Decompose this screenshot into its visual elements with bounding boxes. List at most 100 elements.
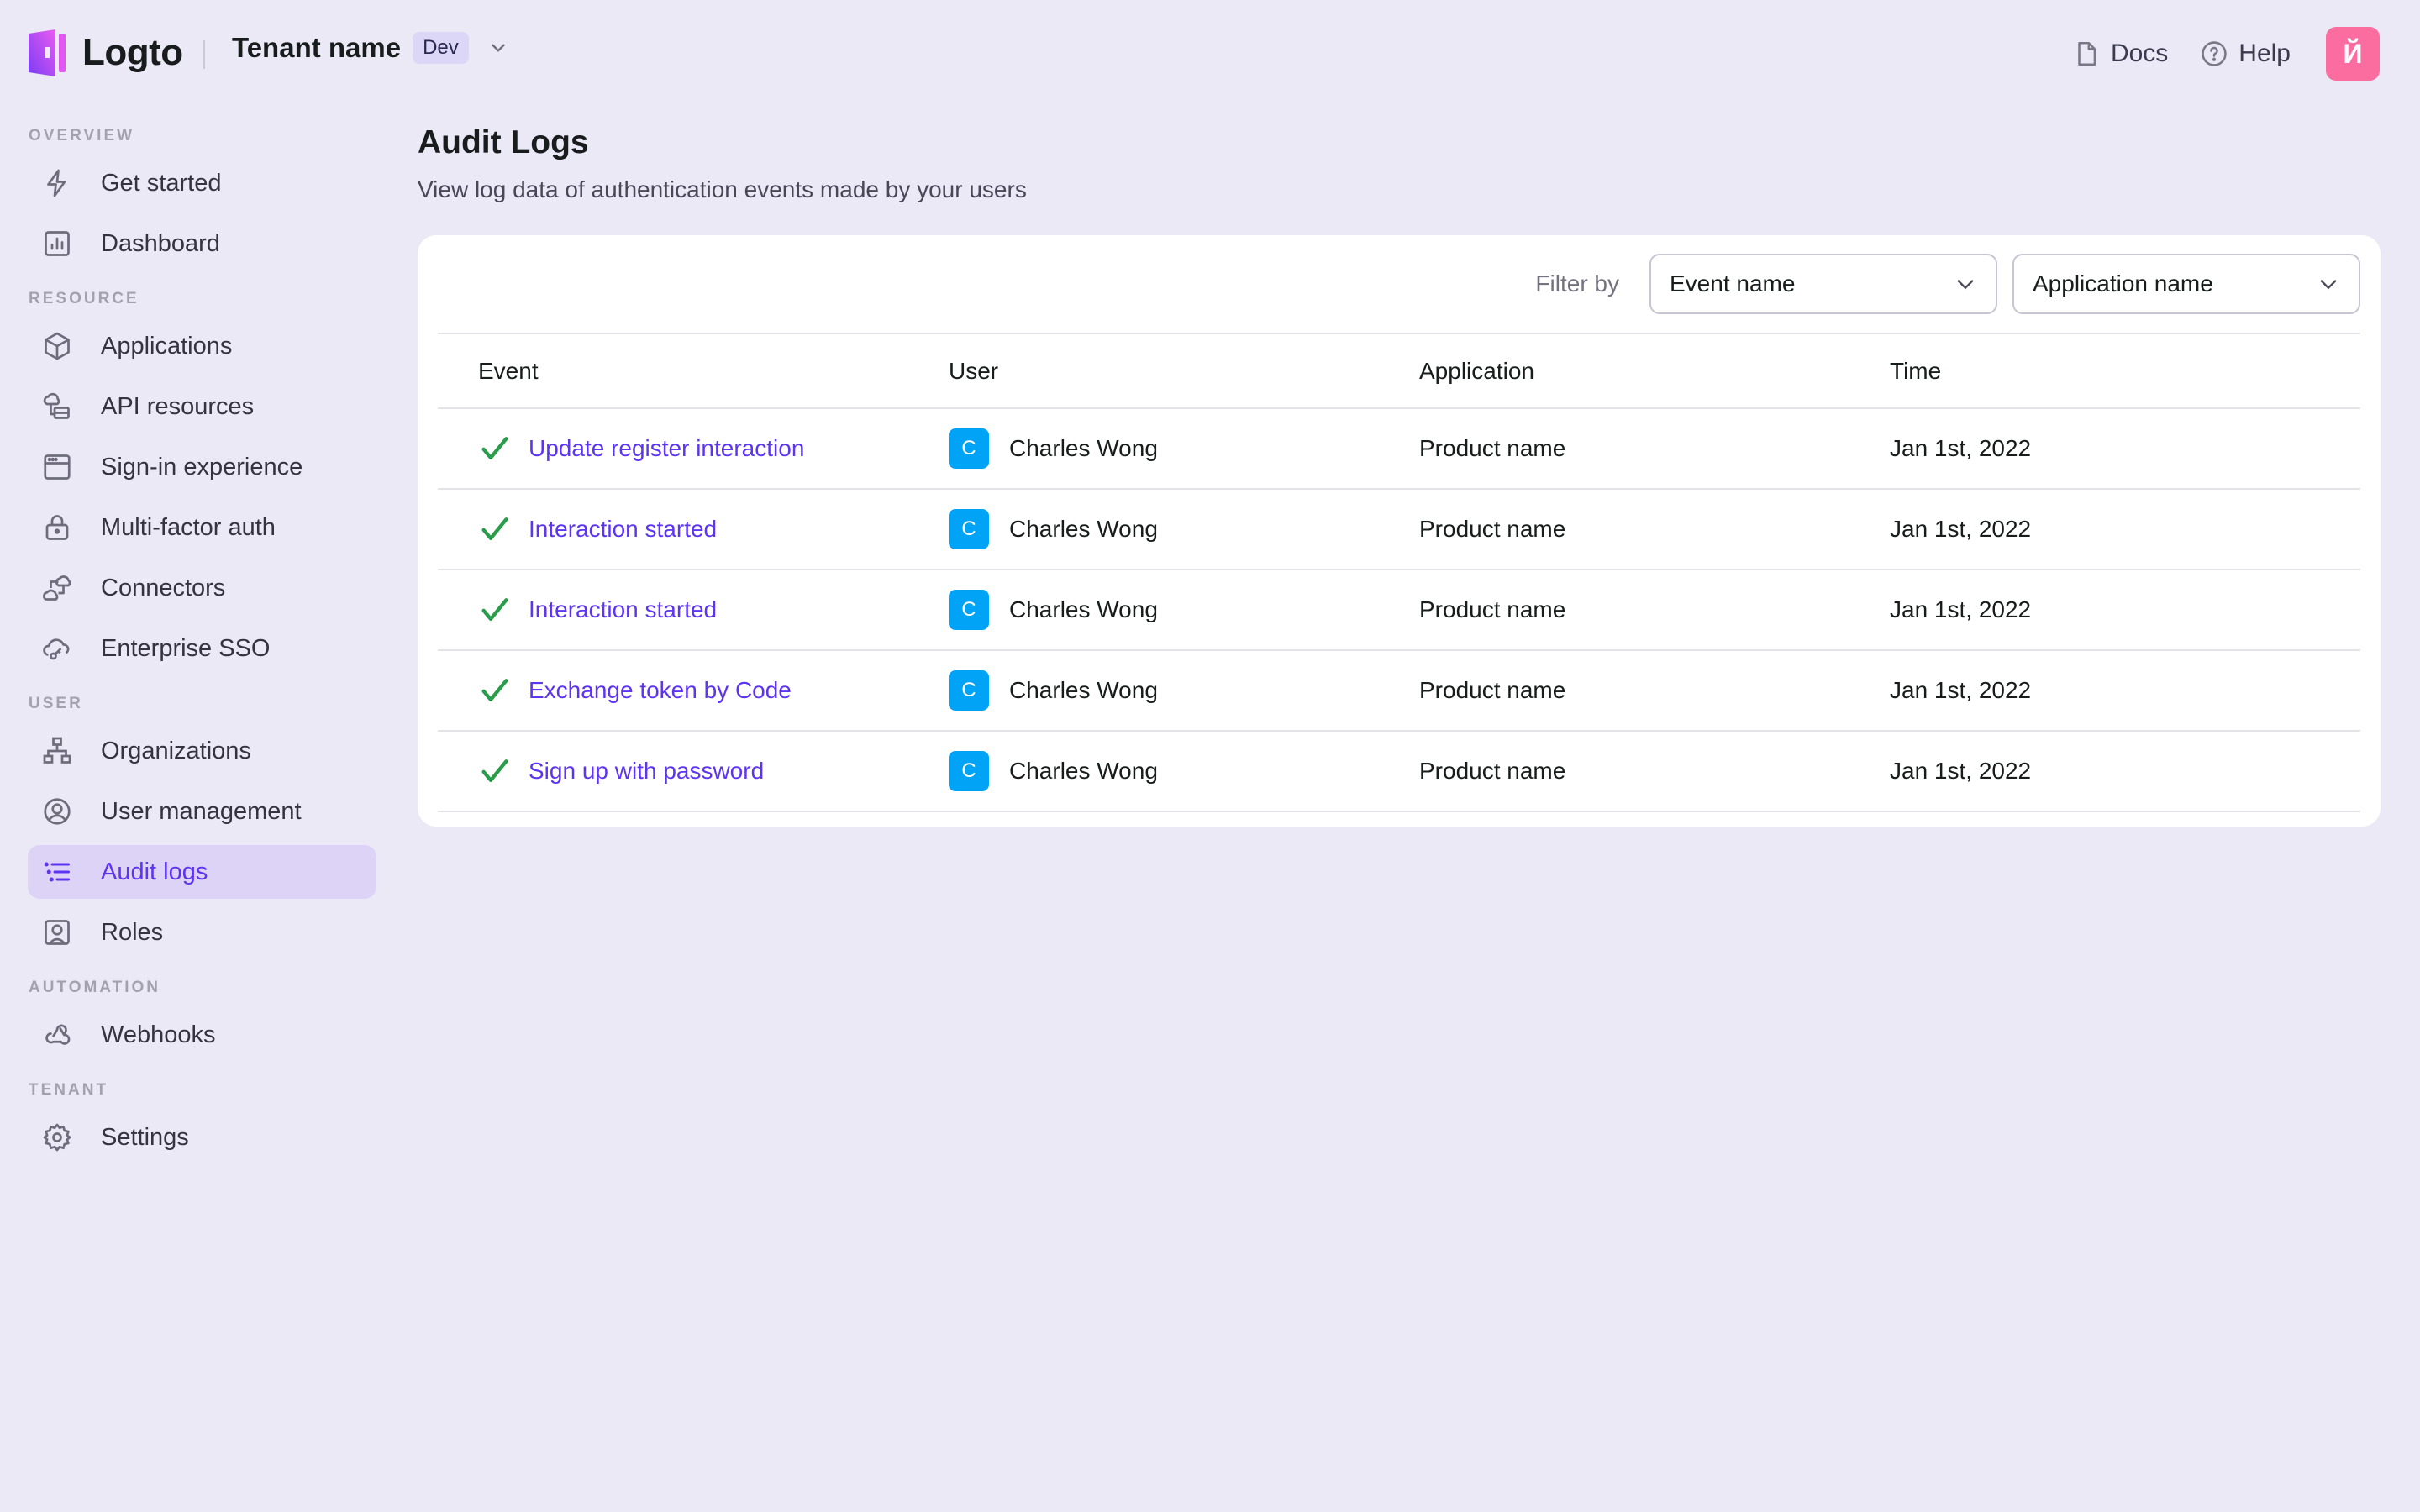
sidebar-item-sign-in-experience[interactable]: Sign-in experience [28,440,376,494]
sidebar-item-label: Audit logs [101,858,208,885]
sidebar-item-get-started[interactable]: Get started [28,156,376,210]
sidebar-item-multi-factor-auth[interactable]: Multi-factor auth [28,501,376,554]
cloud-key-icon [41,633,73,664]
success-check-icon [481,598,508,621]
user-name[interactable]: Charles Wong [1009,516,1158,543]
user-avatar: C [949,509,989,549]
table-row[interactable]: Exchange token by Code C Charles Wong Pr… [438,650,2360,732]
section-title-resource: RESOURCE [29,290,139,307]
table-row[interactable]: Update register interaction C Charles Wo… [438,408,2360,490]
sidebar-item-dashboard[interactable]: Dashboard [28,217,376,270]
table-row[interactable]: Interaction started C Charles Wong Produ… [438,570,2360,651]
section-title-overview: OVERVIEW [29,127,135,144]
success-check-icon [481,517,508,540]
section-title-automation: AUTOMATION [29,979,161,996]
success-check-icon [481,679,508,701]
column-header-user[interactable]: User [908,334,1379,409]
chevron-down-icon [2320,280,2337,290]
event-time: Jan 1st, 2022 [1849,489,2360,570]
user-avatar: C [949,428,989,469]
docs-link[interactable]: Docs [2072,39,2168,68]
help-link[interactable]: Help [2200,39,2291,68]
browser-window-icon [41,451,73,483]
user-avatar-button[interactable]: Й [2326,27,2380,81]
application-name: Product name [1379,408,1849,490]
sidebar-item-user-management[interactable]: User management [28,785,376,838]
sidebar-item-label: Roles [101,918,164,946]
cube-icon [41,330,73,362]
application-name: Product name [1379,731,1849,812]
event-time: Jan 1st, 2022 [1849,408,2360,490]
org-chart-icon [41,735,73,767]
list-icon [41,856,73,888]
event-link[interactable]: Interaction started [529,516,717,543]
chevron-down-icon [1957,280,1974,290]
sidebar-item-api-resources[interactable]: API resources [28,380,376,433]
table-row[interactable]: Interaction started C Charles Wong Produ… [438,489,2360,570]
table-row[interactable]: Sign up with password C Charles Wong Pro… [438,731,2360,812]
event-name-select-value: Event name [1670,270,1796,297]
brand-name: Logto [82,32,183,73]
top-bar: Logto Tenant name Dev Docs Help Й [0,0,2420,108]
user-name[interactable]: Charles Wong [1009,677,1158,704]
application-name: Product name [1379,650,1849,732]
user-avatar: C [949,751,989,791]
docs-label: Docs [2110,39,2169,67]
sidebar-item-webhooks[interactable]: Webhooks [28,1008,376,1062]
user-square-icon [41,916,73,948]
sidebar-item-label: Connectors [101,574,226,601]
application-name-select[interactable]: Application name [2012,254,2360,314]
webhook-icon [41,1019,73,1051]
event-time: Jan 1st, 2022 [1849,570,2360,651]
event-link[interactable]: Interaction started [529,596,717,623]
sidebar-item-settings[interactable]: Settings [28,1110,376,1164]
gear-icon [41,1121,73,1153]
sidebar-item-label: API resources [101,392,255,420]
sidebar-item-audit-logs[interactable]: Audit logs [28,845,376,899]
success-check-icon [481,437,508,459]
section-title-user: USER [29,695,83,712]
user-circle-icon [41,795,73,827]
chevron-down-icon [492,44,505,52]
page-title: Audit Logs [418,124,589,160]
user-name[interactable]: Charles Wong [1009,596,1158,623]
cloud-server-icon [41,391,73,423]
main-content: Audit Logs View log data of authenticati… [418,118,2381,827]
filter-bar: Filter by Event name Application name [438,254,2360,314]
application-name-select-value: Application name [2033,270,2213,297]
logo-icon [29,29,66,76]
section-title-tenant: TENANT [29,1081,109,1099]
column-header-application[interactable]: Application [1379,334,1849,409]
bar-chart-icon [41,228,73,260]
sidebar-item-enterprise-sso[interactable]: Enterprise SSO [28,622,376,675]
sidebar-item-label: Applications [101,332,233,360]
sidebar-item-connectors[interactable]: Connectors [28,561,376,615]
application-name: Product name [1379,489,1849,570]
sidebar-item-label: User management [101,797,302,825]
user-name[interactable]: Charles Wong [1009,435,1158,462]
event-link[interactable]: Sign up with password [529,758,764,785]
sidebar-item-applications[interactable]: Applications [28,319,376,373]
application-name: Product name [1379,570,1849,651]
cloud-connect-icon [41,572,73,604]
tenant-selector[interactable]: Tenant name Dev [232,32,509,64]
help-circle-icon [2202,41,2228,66]
table-header-row: Event User Application Time [438,334,2360,409]
logo[interactable]: Logto [27,29,183,77]
event-link[interactable]: Exchange token by Code [529,677,792,704]
event-link[interactable]: Update register interaction [529,435,804,462]
sidebar-item-roles[interactable]: Roles [28,906,376,959]
help-label: Help [2238,39,2291,67]
sidebar-item-label: Enterprise SSO [101,634,271,662]
event-name-select[interactable]: Event name [1649,254,1997,314]
success-check-icon [481,759,508,782]
sidebar-item-organizations[interactable]: Organizations [28,724,376,778]
tenant-name: Tenant name [232,32,402,63]
lock-icon [41,512,73,543]
user-avatar: C [949,670,989,711]
sidebar-item-label: Dashboard [101,229,220,257]
column-header-time[interactable]: Time [1849,334,2360,409]
column-header-event[interactable]: Event [438,334,908,409]
user-avatar: C [949,590,989,630]
user-name[interactable]: Charles Wong [1009,758,1158,785]
